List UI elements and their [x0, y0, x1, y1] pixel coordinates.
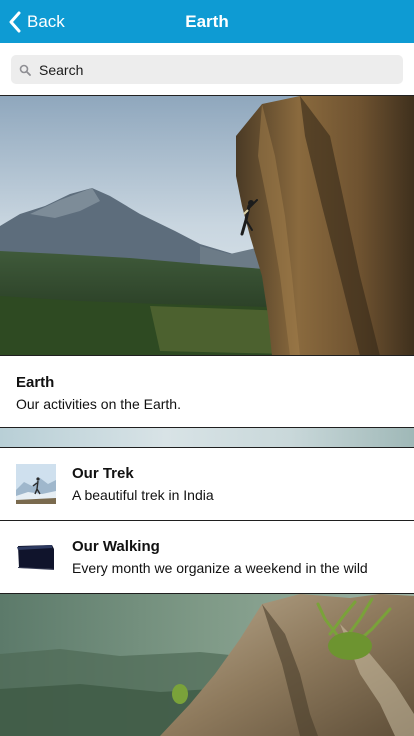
- list-item-title: Our Trek: [72, 465, 134, 482]
- cliff-landscape-photo: [0, 594, 414, 736]
- decorative-image-strip: [0, 428, 414, 448]
- section-subtitle: Our activities on the Earth.: [16, 396, 181, 412]
- trek-thumbnail: [16, 464, 56, 504]
- back-button[interactable]: Back: [8, 8, 65, 36]
- hero-image: [0, 95, 414, 355]
- search-bar: [0, 43, 414, 95]
- section-header-earth[interactable]: Earth Our activities on the Earth.: [0, 355, 414, 428]
- walking-thumbnail: [16, 537, 56, 577]
- search-field[interactable]: [11, 55, 403, 84]
- bottom-image: [0, 594, 414, 736]
- list-item-subtitle: Every month we organize a weekend in the…: [72, 560, 368, 576]
- chevron-left-icon: [9, 11, 21, 33]
- search-icon: [19, 64, 31, 76]
- list-item-trek[interactable]: Our Trek A beautiful trek in India: [0, 448, 414, 521]
- section-title: Earth: [16, 374, 55, 391]
- list-item-subtitle: A beautiful trek in India: [72, 487, 214, 503]
- navigation-bar: Back Earth: [0, 0, 414, 43]
- trek-photo: [16, 464, 56, 504]
- back-label: Back: [27, 12, 65, 31]
- folder-photo: [16, 537, 56, 577]
- search-input[interactable]: [39, 61, 379, 78]
- list-item-walking[interactable]: Our Walking Every month we organize a we…: [0, 521, 414, 594]
- rock-climber-photo: [0, 96, 414, 355]
- list-item-title: Our Walking: [72, 538, 160, 555]
